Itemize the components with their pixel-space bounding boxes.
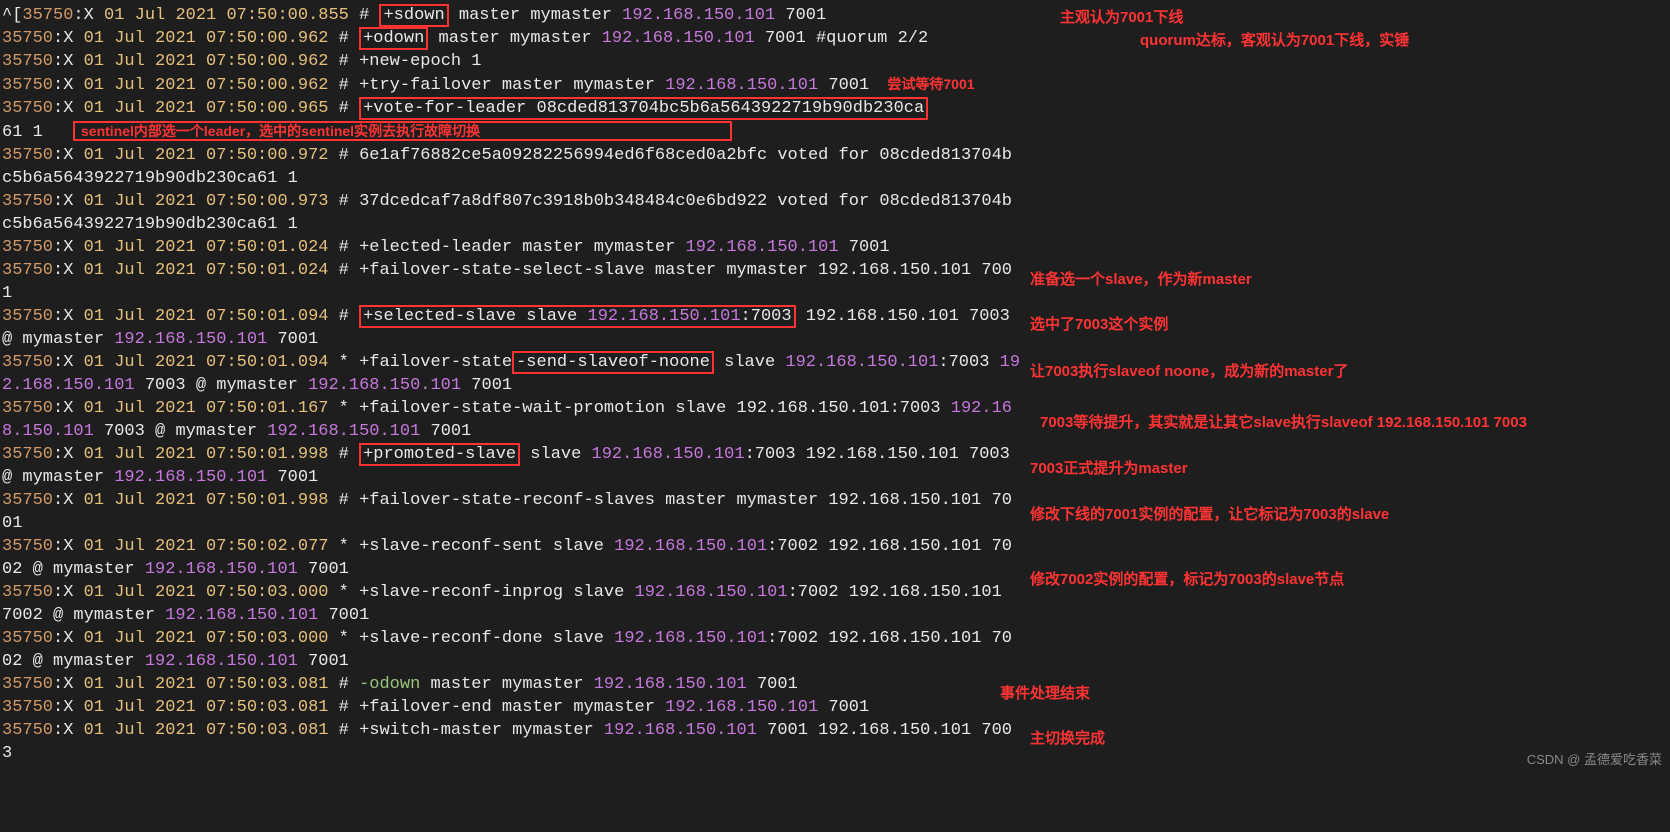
log-line: 35750:X 01 Jul 2021 07:50:00.973 # 37dce…	[2, 190, 1022, 236]
log-line: 35750:X 01 Jul 2021 07:50:00.965 # +vote…	[2, 97, 1022, 144]
annot-sdown: 主观认为7001下线	[1060, 6, 1183, 29]
annot-reconf2: 修改7002实例的配置，标记为7003的slave节点	[1030, 568, 1344, 591]
log-line: 35750:X 01 Jul 2021 07:50:00.962 # +odow…	[2, 27, 1668, 50]
log-line: 35750:X 01 Jul 2021 07:50:02.077 * +slav…	[2, 535, 1022, 581]
annot-try: 尝试等待7001	[887, 76, 974, 92]
log-line: 35750:X 01 Jul 2021 07:50:00.962 # +new-…	[2, 50, 1668, 73]
log-line: ^[35750:X 01 Jul 2021 07:50:00.855 # +sd…	[2, 4, 1668, 27]
log-line: 35750:X 01 Jul 2021 07:50:01.024 # +elec…	[2, 236, 1668, 259]
boxed-noone: -send-slaveof-noone	[512, 351, 714, 374]
boxed-selected: +selected-slave slave 192.168.150.101:70…	[359, 305, 795, 328]
log-line: 35750:X 01 Jul 2021 07:50:01.094 # +sele…	[2, 305, 1022, 351]
boxed-vote: +vote-for-leader 08cded813704bc5b6a56439…	[359, 97, 928, 120]
log-line: 35750:X 01 Jul 2021 07:50:01.998 # +prom…	[2, 443, 1022, 489]
annot-promoted: 7003正式提升为master	[1030, 457, 1188, 480]
log-line: 35750:X 01 Jul 2021 07:50:03.081 # +fail…	[2, 696, 1668, 719]
annot-reconf: 修改下线的7001实例的配置，让它标记为7003的slave	[1030, 503, 1389, 526]
log-line: 35750:X 01 Jul 2021 07:50:03.081 # +swit…	[2, 719, 1022, 765]
boxed-sdown: +sdown	[379, 4, 448, 27]
boxed-odown: +odown	[359, 27, 428, 50]
log-line: 35750:X 01 Jul 2021 07:50:01.998 # +fail…	[2, 489, 1022, 535]
annot-end: 事件处理结束	[1000, 682, 1090, 705]
watermark: CSDN @ 孟德爱吃香菜	[1527, 748, 1662, 771]
annot-noone: 让7003执行slaveof noone，成为新的master了	[1030, 360, 1348, 383]
log-line: 35750:X 01 Jul 2021 07:50:01.094 * +fail…	[2, 351, 1022, 397]
log-line: 35750:X 01 Jul 2021 07:50:03.000 * +slav…	[2, 627, 1022, 673]
annot-selected: 选中了7003这个实例	[1030, 313, 1168, 336]
log-line: 35750:X 01 Jul 2021 07:50:01.024 # +fail…	[2, 259, 1022, 305]
annot-leader: sentinel内部选一个leader，选中的sentinel实例去执行故障切换	[73, 121, 732, 141]
boxed-promoted: +promoted-slave	[359, 443, 520, 466]
log-line: 35750:X 01 Jul 2021 07:50:03.081 # -odow…	[2, 673, 1668, 696]
log-line: 35750:X 01 Jul 2021 07:50:03.000 * +slav…	[2, 581, 1022, 627]
log-line: 35750:X 01 Jul 2021 07:50:00.972 # 6e1af…	[2, 144, 1022, 190]
log-line: 35750:X 01 Jul 2021 07:50:00.962 # +try-…	[2, 73, 1668, 97]
annot-select-slave: 准备选一个slave，作为新master	[1030, 268, 1252, 291]
annot-switch: 主切换完成	[1030, 727, 1105, 750]
annot-wait: 7003等待提升，其实就是让其它slave执行slaveof 192.168.1…	[1040, 411, 1527, 434]
log-line: 35750:X 01 Jul 2021 07:50:01.167 * +fail…	[2, 397, 1022, 443]
terminal-output: 主观认为7001下线 quorum达标，客观认为7001下线，实锤 准备选一个s…	[0, 0, 1670, 775]
annot-odown: quorum达标，客观认为7001下线，实锤	[1140, 29, 1409, 52]
